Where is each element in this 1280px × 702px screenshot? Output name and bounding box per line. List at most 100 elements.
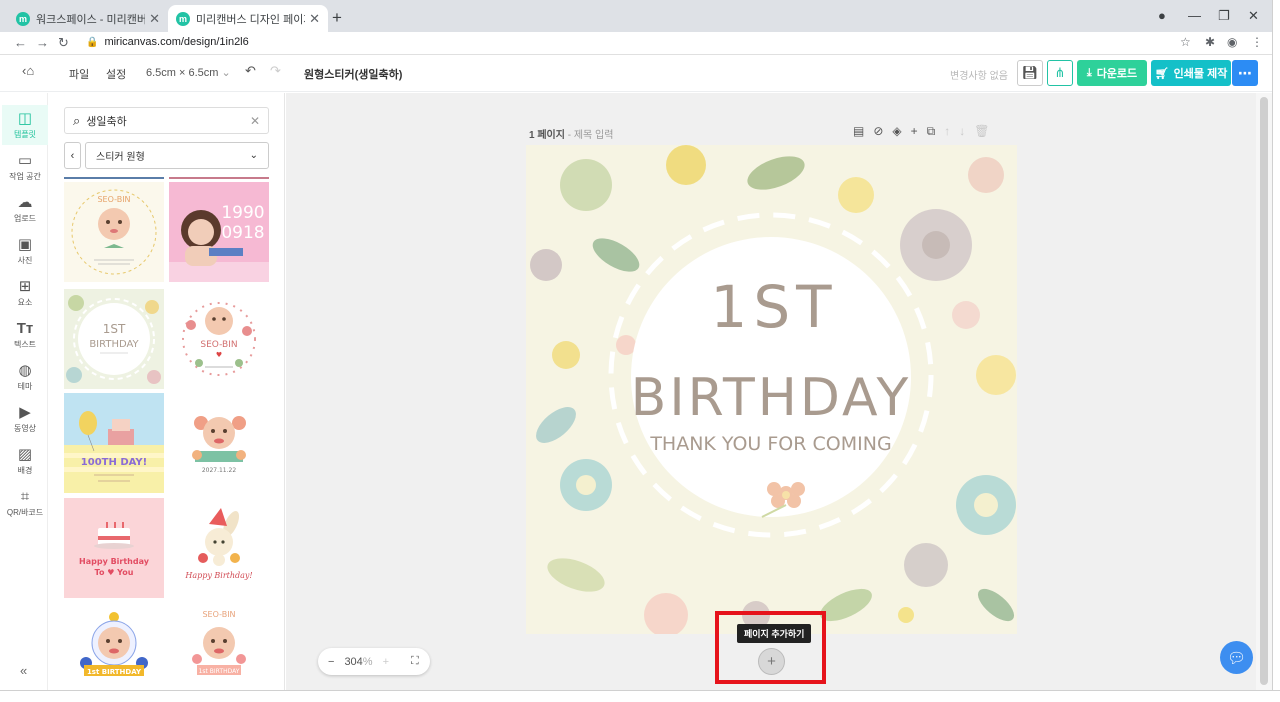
rail-item-qr[interactable]: ⌗ QR/바코드 [2,483,48,523]
back-icon[interactable]: ← [14,35,27,50]
tab-search-icon[interactable]: ● [1158,8,1166,23]
svg-text:♥: ♥ [216,351,222,359]
copy-icon[interactable]: ⧉ [927,124,936,139]
rail-item-theme[interactable]: ◍ 테마 [2,357,48,397]
baby-sticker-image: SEO-BIN [71,189,157,275]
browser-tabbar: m 워크스페이스 - 미리캔버스 ✕ m 미리캔버스 디자인 페이지 ✕ + ●… [0,0,1280,32]
thumb-text: 1st BIRTHDAY [87,668,142,676]
fullscreen-icon[interactable]: ⛶ [411,655,419,668]
fill-icon[interactable]: ◈ [892,124,901,139]
cake-sticker-image: Happy Birthday To ♥ You [79,522,150,577]
browser-tab-design[interactable]: m 미리캔버스 디자인 페이지 ✕ [168,5,328,32]
rail-item-template[interactable]: ◫ 템플릿 [2,105,48,145]
undo-icon[interactable]: ↶ [245,63,256,79]
chat-support-button[interactable]: 💬︎ [1220,641,1253,674]
collapse-panel-icon[interactable]: « [20,663,27,678]
template-thumb[interactable]: 2027.11.22 [169,393,269,493]
lock-icon: 🔒 [86,37,99,48]
move-up-icon[interactable]: ↑ [944,124,950,139]
zoom-value[interactable]: 304% [344,656,372,668]
home-icon[interactable]: ‹⌂ [22,63,34,78]
rail-item-background[interactable]: ▨ 배경 [2,441,48,481]
design-subtitle[interactable]: THANK YOU FOR COMING [649,433,891,455]
save-button[interactable]: 💾︎ [1017,60,1043,86]
download-icon: ⤓ [1086,66,1092,79]
template-thumb[interactable]: Happy Birthday To ♥ You [64,498,164,598]
chevron-left-icon: ‹ [70,149,75,162]
close-icon[interactable]: ✕ [149,11,160,27]
trash-icon[interactable]: 🗑︎ [974,124,989,139]
search-input[interactable] [86,114,250,127]
zoom-out-button[interactable]: − [328,656,334,668]
reload-icon[interactable]: ↻ [58,35,69,51]
thumb-text: SEO-BIN [200,340,237,350]
rail-item-text[interactable]: Tт 텍스트 [2,315,48,355]
extensions-icon[interactable]: ✱ [1205,35,1215,49]
page-label[interactable]: 1 페이지 - 제목 입력 [529,126,613,141]
add-icon[interactable]: + [911,124,918,139]
move-down-icon[interactable]: ↓ [959,124,965,139]
rail-item-workspace[interactable]: ▭ 작업 공간 [2,147,48,187]
thumb-text: 1990 [221,203,264,223]
design-title-line2[interactable]: BIRTHDAY [631,368,912,428]
template-thumb[interactable]: 1990 0918 [169,182,269,282]
template-thumb[interactable]: 1ST BIRTHDAY [64,289,164,389]
template-thumb[interactable]: SEO-BIN [64,182,164,282]
add-page-button[interactable]: + [758,648,785,675]
share-button[interactable]: ⋔ [1047,60,1073,86]
template-thumb[interactable]: 100TH DAY! [64,393,164,493]
rail-item-video[interactable]: ▶︎ 동영상 [2,399,48,439]
redo-icon[interactable]: ↷ [270,63,281,79]
upload-icon: ☁ [17,193,33,211]
restore-button[interactable]: ❐ [1218,8,1230,24]
template-thumb[interactable]: SEO-BIN 1st BIRTHDAY [169,603,269,690]
rail-item-elements[interactable]: ⊞ 요소 [2,273,48,313]
minimize-button[interactable]: — [1188,8,1201,23]
scrollbar-thumb[interactable] [1260,97,1268,685]
rail-item-upload[interactable]: ☁ 업로드 [2,189,48,229]
template-search[interactable]: ⌕ ✕ [64,107,269,134]
hide-icon[interactable]: ⊘ [873,124,883,139]
baby-sticker-image: SEO-BIN 1st BIRTHDAY [192,610,246,675]
thumb-text: Happy Birthday [79,557,150,566]
workspace-icon: ▭ [17,151,33,169]
category-select[interactable]: 스티커 원형 ⌄ [85,142,269,169]
design-title-line1[interactable]: 1ST [710,273,837,341]
size-dropdown[interactable]: 6.5cm × 6.5cm ⌄ [146,66,231,79]
template-thumb[interactable]: 1st BIRTHDAY [64,603,164,690]
rail-item-photo[interactable]: ▣ 사진 [2,231,48,271]
thumb-text: SEO-BIN [97,195,130,204]
category-back-button[interactable]: ‹ [64,142,81,169]
document-title[interactable]: 원형스티커(생일축하) [304,66,402,82]
plus-icon: + [767,653,776,670]
save-icon: 💾︎ [1021,65,1039,80]
print-order-button[interactable]: 🛒︎ 인쇄물 제작 [1151,60,1231,86]
clear-icon[interactable]: ✕ [250,114,260,128]
forward-icon[interactable]: → [36,35,49,50]
page-title-input[interactable]: - 제목 입력 [568,130,614,141]
left-nav-rail: ◫ 템플릿 ▭ 작업 공간 ☁ 업로드 ▣ 사진 ⊞ 요소 Tт 텍스트 ◍ 테… [0,93,48,690]
memo-icon[interactable]: ▤ [853,124,864,139]
vertical-scrollbar[interactable] [1256,93,1272,690]
chevron-down-icon: ⌄ [221,67,231,79]
browser-tab-workspace[interactable]: m 워크스페이스 - 미리캔버스 ✕ [8,5,168,32]
template-panel: ⌕ ✕ ‹ 스티커 원형 ⌄ SEO-BIN 1990 0918 [49,93,285,690]
design-canvas[interactable]: 1ST BIRTHDAY THANK YOU FOR COMING [526,145,1017,634]
chevron-down-icon: ⌄ [249,150,258,161]
zoom-in-button[interactable]: + [383,656,389,668]
menu-settings[interactable]: 설정 [106,66,126,82]
bookmark-star-icon[interactable]: ☆ [1180,35,1191,49]
close-window-button[interactable]: ✕ [1248,8,1259,24]
new-tab-button[interactable]: + [332,8,342,28]
baby-sticker-image: 1st BIRTHDAY [80,612,148,676]
template-thumb[interactable]: Happy Birthday! [169,498,269,598]
close-icon[interactable]: ✕ [309,11,320,27]
download-button[interactable]: ⤓ 다운로드 [1077,60,1147,86]
template-thumb[interactable]: SEO-BIN ♥ [169,289,269,389]
more-options-button[interactable]: ⋯ [1232,60,1258,86]
menu-file[interactable]: 파일 [69,66,89,82]
divider [169,177,269,179]
profile-icon[interactable]: ◉ [1227,35,1237,49]
browser-menu-icon[interactable]: ⋮ [1251,35,1263,49]
url-field[interactable]: 🔒 miricanvas.com/design/1in2l6 [86,36,249,48]
